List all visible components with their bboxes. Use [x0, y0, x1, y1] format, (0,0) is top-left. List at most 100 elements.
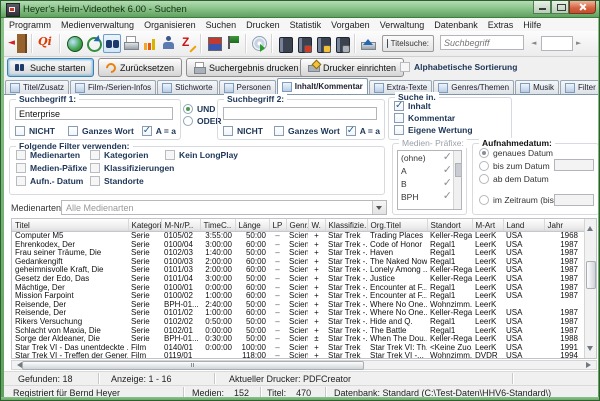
- search-icon[interactable]: [103, 34, 121, 53]
- bis-zum-datum-radio[interactable]: [479, 161, 489, 171]
- case-insensitive-1-checkbox[interactable]: [142, 126, 152, 136]
- menu-item[interactable]: Programm: [4, 20, 56, 30]
- scroll-up-icon[interactable]: [587, 223, 593, 231]
- nicht-2-checkbox[interactable]: [223, 126, 233, 136]
- menu-item[interactable]: Datenbank: [429, 20, 483, 30]
- next-arrow-icon[interactable]: ►: [576, 39, 581, 47]
- inhalt-checkbox[interactable]: [394, 101, 404, 111]
- medienarten-combobox[interactable]: Alle Medienarten: [61, 200, 387, 215]
- column-header[interactable]: Länge: [235, 219, 269, 232]
- database-icon[interactable]: [279, 37, 293, 53]
- bis-datum-input[interactable]: [554, 159, 594, 171]
- prev-arrow-icon[interactable]: ◄: [531, 39, 536, 47]
- nicht-1-checkbox[interactable]: [15, 126, 25, 136]
- search-term-2-input[interactable]: [223, 107, 377, 120]
- database-delete-icon[interactable]: [298, 37, 312, 53]
- title-bar[interactable]: Heyer's Heim-Videothek 6.00 - Suchen: [1, 1, 600, 18]
- column-header[interactable]: Org.Titel: [367, 219, 427, 232]
- tab[interactable]: Genres/Themen: [433, 80, 514, 94]
- table-row[interactable]: Mächtige, DerSerie 0100/010:00:00 60:00–…: [12, 284, 587, 293]
- kategorien-filter-checkbox[interactable]: [90, 150, 100, 160]
- table-row[interactable]: Gesetz der Edo, DasSerie 0101/043:00:00 …: [12, 275, 587, 284]
- tab[interactable]: Personen: [219, 80, 276, 94]
- scroll-left-icon[interactable]: [14, 362, 22, 368]
- kein-longplay-filter-checkbox[interactable]: [165, 150, 175, 160]
- flag-icon[interactable]: [224, 34, 242, 53]
- column-header[interactable]: Genr..: [286, 219, 308, 232]
- user-statistics-icon[interactable]: [160, 34, 178, 53]
- aufn-datum-filter-checkbox[interactable]: [16, 176, 26, 186]
- medienarten-filter-checkbox[interactable]: [16, 150, 26, 160]
- column-header[interactable]: M-Art: [472, 219, 503, 232]
- statistics-icon[interactable]: [141, 34, 159, 53]
- menu-item[interactable]: Statistik: [285, 20, 327, 30]
- table-row[interactable]: Schlacht von Maxia, DieSerie 0102/010:00…: [12, 327, 587, 336]
- table-row[interactable]: Frau seiner Träume, DieSerie 0102/031:40…: [12, 249, 587, 258]
- record-number-box[interactable]: [541, 36, 573, 51]
- printer-setup-button[interactable]: Drucker einrichten: [300, 58, 404, 77]
- menu-item[interactable]: Extras: [483, 20, 519, 30]
- menu-item[interactable]: Hilfe: [518, 20, 546, 30]
- web-icon[interactable]: [67, 36, 83, 52]
- table-row[interactable]: Star Trek VI - Treffen der Gener..Film 0…: [12, 352, 587, 359]
- im-zeitraum-radio[interactable]: [479, 195, 489, 205]
- table-row[interactable]: Computer M5Serie 0105/023:55:00 50:00– S…: [12, 232, 587, 241]
- menu-item[interactable]: Drucken: [241, 20, 285, 30]
- title-search-button[interactable]: Titelsuche:: [382, 35, 434, 52]
- start-search-button[interactable]: Suche starten: [7, 58, 94, 77]
- zeitraum-bis-input[interactable]: [554, 194, 594, 206]
- menu-item[interactable]: Verwaltung: [375, 20, 430, 30]
- klassifizierungen-filter-checkbox[interactable]: [90, 163, 100, 173]
- medien-praefixe-filter-checkbox[interactable]: [16, 163, 26, 173]
- tab[interactable]: Titel/Zusatz: [5, 80, 69, 94]
- scrollbar-thumb[interactable]: [22, 361, 364, 370]
- standorte-filter-checkbox[interactable]: [90, 176, 100, 186]
- column-header[interactable]: TimeC..: [200, 219, 235, 232]
- eigene-wertung-checkbox[interactable]: [394, 125, 404, 135]
- table-row[interactable]: Star Trek VI - Das unentdeckte ...Film 0…: [12, 344, 587, 353]
- menu-item[interactable]: Medienverwaltung: [56, 20, 139, 30]
- cd-rom-icon[interactable]: [252, 36, 267, 51]
- refresh-icon[interactable]: [87, 37, 102, 52]
- menu-item[interactable]: Organisieren: [139, 20, 201, 30]
- print-icon[interactable]: [122, 34, 140, 53]
- column-header[interactable]: W.: [308, 219, 325, 232]
- menu-item[interactable]: Vorgaben: [326, 20, 375, 30]
- table-row[interactable]: Mission FarpointSerie 0100/021:00:00 60:…: [12, 292, 587, 301]
- column-header[interactable]: Titel: [12, 219, 128, 232]
- edit-z-icon[interactable]: [179, 34, 197, 53]
- alpha-sort-checkbox[interactable]: [400, 62, 410, 72]
- column-header[interactable]: Jahr: [544, 219, 587, 232]
- tab[interactable]: Musik: [515, 80, 559, 94]
- search-term-1-input[interactable]: [15, 107, 173, 120]
- ganzes-wort-2-checkbox[interactable]: [274, 126, 284, 136]
- table-row[interactable]: GedankengiftSerie 0100/032:00:00 60:00– …: [12, 258, 587, 267]
- print-results-button[interactable]: Suchergebnis drucken: [186, 58, 307, 77]
- scroll-right-icon[interactable]: [586, 362, 594, 368]
- minimize-button[interactable]: [533, 1, 551, 14]
- database-save-icon[interactable]: [336, 37, 350, 53]
- tab[interactable]: Inhalt/Kommentar: [277, 78, 368, 94]
- kommentar-checkbox[interactable]: [394, 113, 404, 123]
- table-row[interactable]: geheimnisvolle Kraft, DieSerie 0101/032:…: [12, 266, 587, 275]
- tab[interactable]: Stichworte: [157, 80, 217, 94]
- scrollbar-thumb[interactable]: [586, 261, 596, 289]
- close-button[interactable]: [569, 1, 596, 14]
- ganzes-wort-1-checkbox[interactable]: [68, 126, 78, 136]
- praefix-list-item[interactable]: BPH ✓: [398, 190, 461, 203]
- column-header[interactable]: Standort: [427, 219, 472, 232]
- tab[interactable]: Film-/Serien-Infos: [70, 80, 156, 94]
- table-row[interactable]: Sorge der Aldeaner, DieSerie BPH-01...0:…: [12, 335, 587, 344]
- column-header[interactable]: Klassifizie...: [325, 219, 367, 232]
- table-row[interactable]: Rikers VersuchungSerie 0102/020:50:00 50…: [12, 318, 587, 327]
- exit-icon[interactable]: [9, 34, 27, 53]
- maximize-button[interactable]: [551, 1, 569, 14]
- tab[interactable]: Filter: [560, 80, 600, 94]
- oder-radio[interactable]: [183, 116, 193, 126]
- reset-button[interactable]: Zurücksetzen: [98, 58, 182, 77]
- horizontal-scrollbar[interactable]: [11, 360, 597, 370]
- chevron-down-icon[interactable]: [372, 201, 386, 214]
- qi-info-icon[interactable]: [37, 34, 55, 53]
- und-radio[interactable]: [183, 104, 193, 114]
- scroll-down-icon[interactable]: [587, 346, 593, 354]
